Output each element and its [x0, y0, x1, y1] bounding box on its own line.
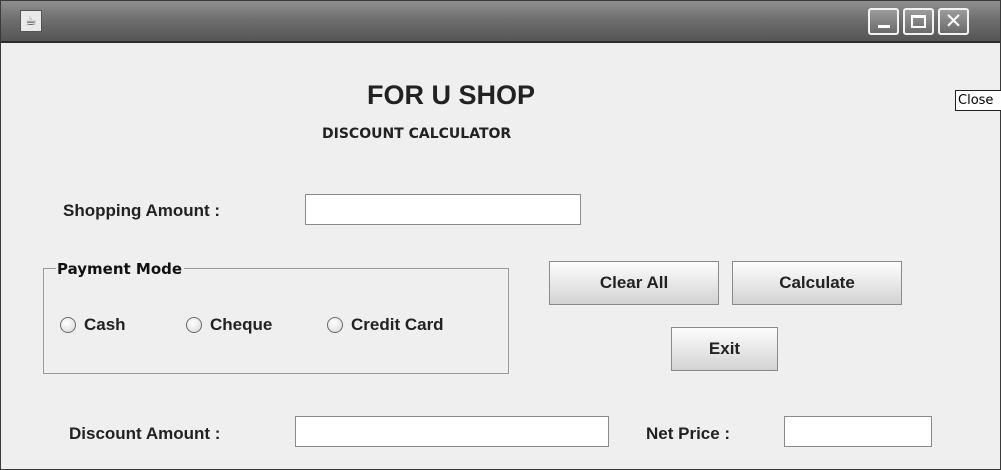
radio-credit-card[interactable]: Credit Card — [327, 314, 444, 336]
radio-label: Credit Card — [351, 315, 444, 334]
radio-circle-icon — [60, 317, 76, 333]
radio-cheque[interactable]: Cheque — [186, 314, 272, 336]
radio-label: Cheque — [210, 315, 273, 334]
exit-button[interactable]: Exit — [671, 327, 778, 371]
shopping-amount-input[interactable] — [305, 194, 581, 225]
close-button[interactable]: ✕ — [938, 8, 969, 35]
minimize-button[interactable] — [868, 8, 899, 35]
net-price-label: Net Price : — [646, 424, 731, 443]
close-icon: ✕ — [944, 9, 963, 33]
radio-cash[interactable]: Cash — [60, 314, 126, 336]
clear-all-button[interactable]: Clear All — [549, 261, 719, 305]
maximize-button[interactable] — [903, 8, 934, 35]
title-bar[interactable]: ☕ ✕ — [1, 1, 1000, 43]
discount-amount-label: Discount Amount : — [69, 424, 221, 443]
calculator-subtitle: DISCOUNT CALCULATOR — [322, 126, 512, 142]
payment-mode-title: Payment Mode — [56, 260, 185, 278]
radio-circle-icon — [186, 317, 202, 333]
close-tooltip: Close — [955, 90, 1001, 111]
shop-title: FOR U SHOP — [367, 80, 536, 110]
app-window: ☕ ✕ FOR U SHOP DISCOUNT CALCULATOR Shopp… — [0, 0, 1001, 470]
radio-label: Cash — [84, 315, 126, 334]
radio-circle-icon — [327, 317, 343, 333]
calculate-button[interactable]: Calculate — [732, 261, 902, 305]
net-price-input[interactable] — [784, 416, 932, 447]
shopping-amount-label: Shopping Amount : — [63, 201, 221, 220]
discount-amount-input[interactable] — [295, 416, 609, 447]
java-cup-icon: ☕ — [20, 10, 42, 32]
